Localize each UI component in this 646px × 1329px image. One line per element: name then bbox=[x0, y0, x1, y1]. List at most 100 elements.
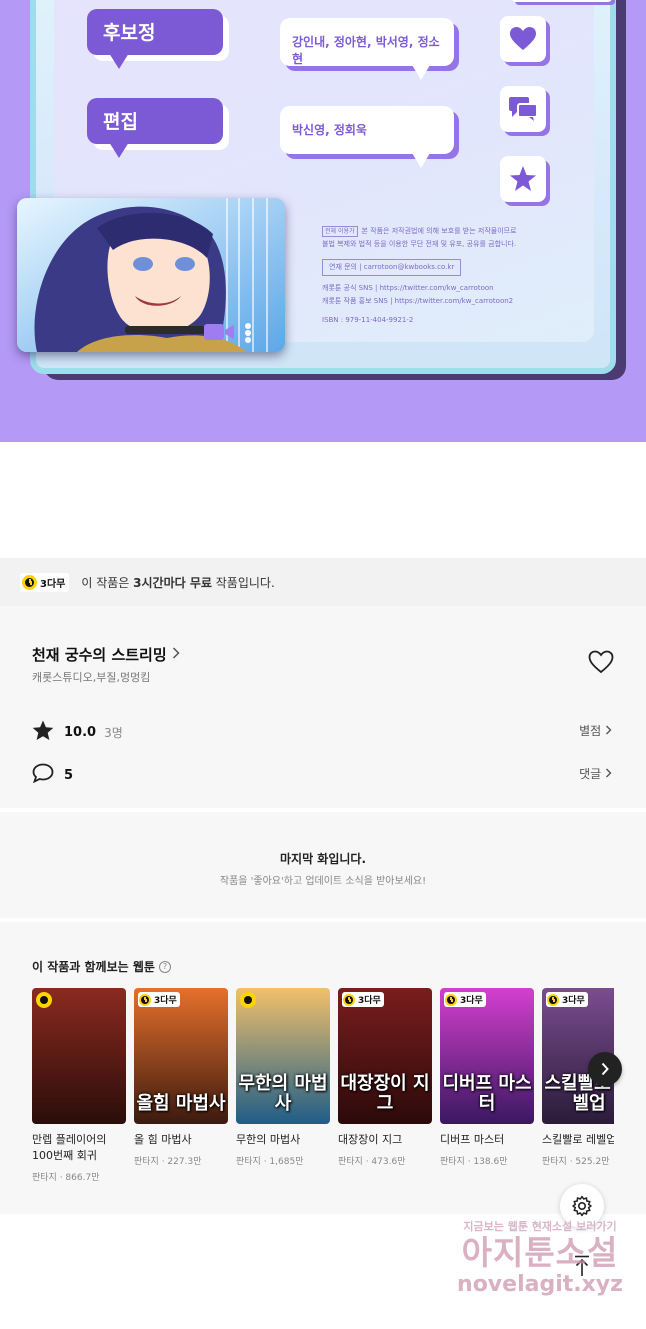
recommendation-card[interactable]: 3다무올힘 마법사올 힘 마법사판타지 · 227.3만 bbox=[134, 988, 228, 1167]
comments-link[interactable]: 댓글 bbox=[579, 765, 612, 782]
chevron-right-icon bbox=[172, 646, 180, 663]
last-episode-box: 마지막 화입니다. 작품을 '좋아요'하고 업데이트 소식을 받아보세요! bbox=[0, 812, 646, 918]
sns-line-1: 캐롯툰 공식 SNS | https://twitter.com/kw_carr… bbox=[322, 284, 494, 292]
recommendation-card[interactable]: 무한의 마법사 무한의 마법사 판타지 · 1,685만 bbox=[236, 988, 330, 1167]
work-title-link[interactable]: 천재 궁수의 스트리밍 bbox=[32, 644, 180, 665]
comic-credits-panel: 후보정 강인내, 정아현, 박서영, 정소현 편집 박신영, 정회욱 전체 이용… bbox=[0, 0, 646, 442]
recommendation-meta: 판타지 · 227.3만 bbox=[134, 1157, 202, 1167]
recommendation-meta: 판타지 · 1,685만 bbox=[236, 1157, 304, 1167]
site-watermark: 지금보는 웹툰 현재소설 보러가기 아지툰소설 novelagit.xyz bbox=[440, 1218, 640, 1298]
heart-outline-icon bbox=[588, 650, 614, 674]
watermark-line-2: 아지툰소설 bbox=[461, 1233, 619, 1272]
rating-count: 3명 bbox=[104, 726, 123, 740]
like-heart-button[interactable] bbox=[588, 650, 616, 676]
notice-prefix: 이 작품은 bbox=[81, 575, 134, 590]
role-bubble-postprocess: 후보정 bbox=[87, 9, 223, 69]
sns-line-2: 캐롯툰 작품 홍보 SNS | https://twitter.com/kw_c… bbox=[322, 297, 514, 305]
wait-free-badge: 3다무 bbox=[444, 992, 486, 1007]
names-bubble-postprocess: 강인내, 정아현, 박서영, 정소현 bbox=[280, 18, 454, 80]
watermark-line-1: 지금보는 웹툰 현재소설 보러가기 bbox=[463, 1220, 617, 1233]
isbn: ISBN : 979-11-404-9921-2 bbox=[322, 316, 414, 324]
recommendation-meta: 판타지 · 525.2만 bbox=[542, 1157, 610, 1167]
names-bubble-editor: 박신영, 정회욱 bbox=[280, 106, 454, 168]
last-episode-title: 마지막 화입니다. bbox=[279, 852, 367, 866]
badge-label: 3다무 bbox=[358, 996, 381, 1006]
watermark-line-3: novelagit.xyz bbox=[457, 1272, 623, 1297]
legal-line-1: 본 작품은 저작권법에 의해 보호를 받는 저작물이므로 bbox=[361, 227, 517, 235]
recommendation-title: 스킬빨로 레벨업 bbox=[542, 1133, 614, 1146]
last-episode-subtitle: 작품을 '좋아요'하고 업데이트 소식을 받아보세요! bbox=[219, 876, 427, 887]
streamer-card-illustration bbox=[17, 198, 285, 352]
recommendation-title: 올 힘 마법사 bbox=[134, 1133, 192, 1146]
cover-thumbnail: 3다무디버프 마스터 bbox=[440, 988, 534, 1124]
clock-icon bbox=[36, 992, 52, 1008]
role-names: 강인내, 정아현, 박서영, 정소현 bbox=[292, 35, 440, 66]
comment-icon bbox=[32, 763, 54, 787]
chat-icon bbox=[500, 86, 546, 132]
chevron-right-icon bbox=[606, 768, 612, 778]
comments-row: 5 bbox=[32, 763, 73, 787]
wait-free-badge: 3다무 bbox=[546, 992, 588, 1007]
contact-box: 연재 문의 | carrotoon@kwbooks.co.kr bbox=[322, 259, 462, 276]
recommendations-heading: 이 작품과 함께보는 웹툰 ? bbox=[32, 958, 171, 975]
clock-icon bbox=[445, 993, 457, 1006]
work-info-section: 천재 궁수의 스트리밍 캐롯스튜디오,부질,멍멍킴 10.0 3명 별점 5 댓… bbox=[0, 606, 646, 808]
age-rating-badge: 전체 이용가 bbox=[322, 226, 358, 237]
badge-label: 3다무 bbox=[154, 996, 177, 1006]
clock-icon bbox=[139, 993, 151, 1006]
clock-icon bbox=[547, 993, 559, 1006]
recommendation-card[interactable]: 3다무 디버프 마스터 디버프 마스터 판타지 · 138.6만 bbox=[440, 988, 534, 1167]
comments-link-label: 댓글 bbox=[579, 767, 602, 781]
cover-title-art: 대장장이 지그 bbox=[340, 1073, 430, 1114]
wait-free-badge: 3다무 bbox=[342, 992, 384, 1007]
recommendation-meta: 판타지 · 473.6만 bbox=[338, 1157, 406, 1167]
star-icon bbox=[32, 720, 54, 745]
cover-thumbnail bbox=[32, 988, 126, 1124]
badge-label: 3다무 bbox=[562, 996, 585, 1006]
clock-icon bbox=[343, 993, 355, 1006]
notice-highlight: 3시간마다 무료 bbox=[133, 575, 212, 590]
recommendation-title: 무한의 마법사 bbox=[236, 1133, 301, 1146]
recommendation-meta: 판타지 · 138.6만 bbox=[440, 1157, 508, 1167]
clock-icon bbox=[22, 574, 37, 590]
gear-icon bbox=[572, 1195, 592, 1217]
rating-value: 10.0 bbox=[64, 725, 97, 740]
star-icon bbox=[500, 156, 546, 202]
carousel-next-button[interactable] bbox=[588, 1052, 622, 1086]
cover-title-art: 무한의 마법사 bbox=[238, 1073, 328, 1114]
recommendations-section: 이 작품과 함께보는 웹툰 ? 만렙 플레이어의 100번째 회귀판타지 · 8… bbox=[0, 922, 646, 1214]
heart-icon bbox=[500, 16, 546, 62]
role-names: 박신영, 정회욱 bbox=[292, 123, 367, 137]
free-notice-bar: 3다무 이 작품은 3시간마다 무료 작품입니다. bbox=[0, 558, 646, 606]
recommendations-carousel: 만렙 플레이어의 100번째 회귀 판타지 · 866.7만 3다무 올힘 마법사 올 … bbox=[32, 988, 614, 1208]
work-authors: 캐롯스튜디오,부질,멍멍킴 bbox=[32, 671, 151, 684]
settings-button[interactable] bbox=[560, 1184, 604, 1228]
rating-link[interactable]: 별점 bbox=[579, 722, 612, 739]
wait-free-badge: 3다무 bbox=[138, 992, 180, 1007]
top-strip bbox=[512, 0, 612, 2]
recommendation-card[interactable]: 3다무대장장이 지그 대장장이 지그판타지 · 473.6만 bbox=[338, 988, 432, 1167]
work-title: 천재 궁수의 스트리밍 bbox=[32, 646, 167, 664]
cover-thumbnail: 무한의 마법사 bbox=[236, 988, 330, 1124]
scroll-top-button[interactable] bbox=[560, 1244, 604, 1288]
legal-notice: 전체 이용가 본 작품은 저작권법에 의해 보호를 받는 저작물이므로 불법 복제… bbox=[322, 225, 572, 327]
recommendation-title: 만렙 플레이어의 100번째 회귀 bbox=[32, 1133, 107, 1162]
badge-label: 3다무 bbox=[40, 578, 66, 590]
cover-title-art: 디버프 마스터 bbox=[442, 1073, 532, 1114]
recommendation-card[interactable]: 만렙 플레이어의 100번째 회귀판타지 · 866.7만 bbox=[32, 988, 126, 1183]
help-icon[interactable]: ? bbox=[158, 960, 171, 973]
chevron-right-icon bbox=[606, 725, 612, 735]
chevron-right-icon bbox=[601, 1062, 609, 1076]
role-label: 후보정 bbox=[103, 22, 156, 44]
role-bubble-editor: 편집 bbox=[87, 98, 223, 158]
more-dots-icon bbox=[243, 322, 253, 344]
cover-title-art: 올힘 마법사 bbox=[136, 1093, 226, 1114]
cover-thumbnail: 3다무대장장이 지그 bbox=[338, 988, 432, 1124]
clock-icon bbox=[240, 992, 256, 1008]
video-camera-icon bbox=[203, 322, 235, 342]
legal-line-2: 불법 복제와 법적 등을 이용한 무단 전재 및 유포, 공유를 금합니다. bbox=[322, 240, 517, 248]
arrow-up-icon bbox=[575, 1255, 589, 1276]
recommendation-title: 디버프 마스터 bbox=[440, 1133, 505, 1146]
recommendation-meta: 판타지 · 866.7만 bbox=[32, 1173, 100, 1183]
badge-label: 3다무 bbox=[460, 996, 483, 1006]
